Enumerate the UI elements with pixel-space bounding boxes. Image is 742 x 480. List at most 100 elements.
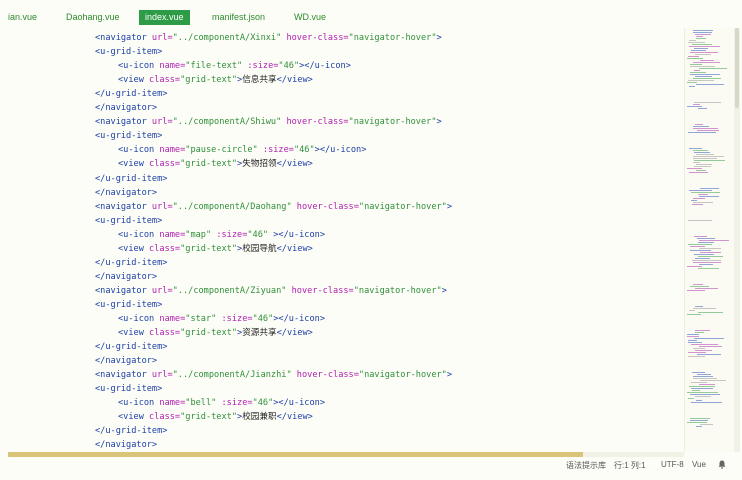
code-token-str: "../componentA/Jianzhi" — [172, 370, 292, 381]
minimap-line — [698, 108, 707, 109]
code-token-attr: name= — [159, 61, 186, 72]
code-token-attr: :size= — [242, 61, 279, 72]
minimap-line — [687, 290, 705, 291]
minimap[interactable] — [684, 28, 735, 452]
bell-icon[interactable] — [718, 460, 726, 469]
code-line[interactable]: <u-grid-item> — [95, 129, 162, 143]
status-cursor-position[interactable]: 行:1 列:1 — [614, 460, 646, 471]
tab-wd-vue[interactable]: WD.vue — [288, 10, 332, 25]
minimap-line — [690, 394, 720, 395]
minimap-line — [688, 132, 716, 133]
minimap-line — [691, 200, 697, 201]
code-line[interactable]: <u-grid-item> — [95, 382, 162, 396]
minimap-line — [700, 252, 721, 253]
code-line[interactable]: <u-icon name="star" :size="46"></u-icon> — [118, 312, 325, 326]
tab-daohang-vue[interactable]: Daohang.vue — [60, 10, 126, 25]
code-line[interactable]: <view class="grid-text">信息共享</view> — [118, 73, 313, 87]
vertical-scrollbar[interactable] — [734, 28, 740, 452]
code-line[interactable]: <navigator url="../componentA/Ziyuan" ho… — [95, 284, 447, 298]
code-token-str: "navigator-hover" — [348, 117, 437, 128]
code-token-str: "46" — [252, 314, 274, 324]
code-line[interactable]: <navigator url="../componentA/Daohang" h… — [95, 200, 452, 214]
code-line[interactable]: </navigator> — [95, 186, 157, 200]
code-token-tag: </u-grid-item> — [95, 173, 168, 184]
code-token-attr: hover-class= — [281, 33, 349, 43]
code-token-tag: <u-icon — [118, 61, 160, 72]
code-editor[interactable]: <navigator url="../componentA/Xinxi" hov… — [0, 28, 684, 452]
minimap-line — [699, 248, 721, 249]
code-token-tag: <view — [118, 328, 150, 339]
minimap-line — [693, 128, 718, 129]
minimap-line — [694, 48, 708, 49]
code-token-tag: > — [436, 117, 442, 128]
minimap-line — [695, 288, 718, 289]
code-token-attr: name= — [159, 145, 186, 156]
code-line[interactable]: </navigator> — [95, 354, 157, 368]
code-line[interactable]: </navigator> — [95, 101, 157, 115]
code-line[interactable]: <navigator url="../componentA/Jianzhi" h… — [95, 368, 452, 382]
code-line[interactable]: </navigator> — [95, 270, 157, 284]
code-line[interactable]: <view class="grid-text">失物招领</view> — [118, 157, 313, 171]
code-token-tag: </navigator> — [95, 440, 158, 451]
code-line[interactable]: <u-icon name="bell" :size="46"></u-icon> — [118, 396, 325, 410]
code-token-tag: </navigator> — [95, 103, 158, 114]
code-line[interactable]: <u-grid-item> — [95, 298, 162, 312]
code-token-tag: > — [441, 285, 447, 296]
code-line[interactable]: <u-icon name="pause-circle" :size="46"><… — [118, 143, 366, 157]
minimap-line — [699, 240, 729, 241]
code-token-attr: name= — [159, 314, 186, 324]
code-token-str: "../componentA/Daohang" — [172, 201, 292, 212]
code-line[interactable]: <u-grid-item> — [95, 214, 162, 228]
minimap-line — [695, 350, 712, 351]
code-line[interactable]: <view class="grid-text">校园导航</view> — [118, 242, 313, 256]
code-token-str: "star" — [185, 314, 217, 324]
code-token-tag: <u-grid-item> — [95, 131, 163, 142]
minimap-line — [688, 80, 714, 81]
status-encoding[interactable]: UTF-8 — [661, 460, 684, 469]
minimap-line — [691, 344, 718, 345]
minimap-line — [690, 250, 711, 251]
code-line[interactable]: </u-grid-item> — [95, 340, 167, 354]
tab-index-vue[interactable]: index.vue — [139, 10, 190, 25]
minimap-line — [690, 72, 706, 73]
code-line[interactable]: <navigator url="../componentA/Shiwu" hov… — [95, 115, 442, 129]
minimap-line — [689, 46, 720, 47]
minimap-line — [688, 340, 697, 341]
code-line[interactable]: <u-grid-item> — [95, 45, 162, 59]
minimap-line — [695, 396, 711, 397]
code-line[interactable]: </u-grid-item> — [95, 424, 167, 438]
tab-ian-vue[interactable]: ian.vue — [2, 10, 43, 25]
code-token-attr: :size= — [211, 229, 248, 240]
code-line[interactable]: <u-icon name="file-text" :size="46"></u-… — [118, 59, 351, 73]
minimap-line — [695, 330, 710, 331]
tab-manifest-json[interactable]: manifest.json — [206, 10, 271, 25]
minimap-line — [690, 66, 715, 67]
code-token-tag: <navigator — [95, 117, 152, 128]
code-line[interactable]: <u-icon name="map" :size="46" ></u-icon> — [118, 228, 325, 242]
code-line[interactable]: <view class="grid-text">资源共享</view> — [118, 326, 313, 340]
minimap-line — [693, 376, 713, 377]
vertical-scroll-thumb[interactable] — [735, 28, 739, 108]
minimap-line — [695, 258, 710, 259]
minimap-line — [693, 104, 700, 105]
code-line[interactable]: </navigator> — [95, 438, 157, 452]
code-token-tag: </u-grid-item> — [95, 89, 168, 100]
code-token-tag: <u-grid-item> — [95, 215, 163, 226]
minimap-line — [688, 56, 699, 57]
code-line[interactable]: </u-grid-item> — [95, 172, 167, 186]
tab-bar: ian.vue Daohang.vue index.vue manifest.j… — [0, 8, 742, 28]
code-line[interactable]: </u-grid-item> — [95, 87, 167, 101]
minimap-line — [689, 190, 712, 191]
minimap-line — [699, 68, 727, 69]
status-language[interactable]: Vue — [692, 460, 706, 469]
code-line[interactable]: <view class="grid-text">校园兼职</view> — [118, 410, 313, 424]
code-line[interactable]: </u-grid-item> — [95, 256, 167, 270]
status-syntax-hint[interactable]: 语法提示库 — [566, 460, 606, 471]
minimap-line — [691, 382, 707, 383]
code-token-attr: url= — [151, 285, 173, 296]
code-token-attr: hover-class= — [291, 201, 359, 212]
code-line[interactable]: <navigator url="../componentA/Xinxi" hov… — [95, 31, 442, 45]
code-token-tag: <u-icon — [118, 145, 160, 156]
minimap-line — [693, 78, 721, 79]
minimap-line — [696, 36, 703, 37]
